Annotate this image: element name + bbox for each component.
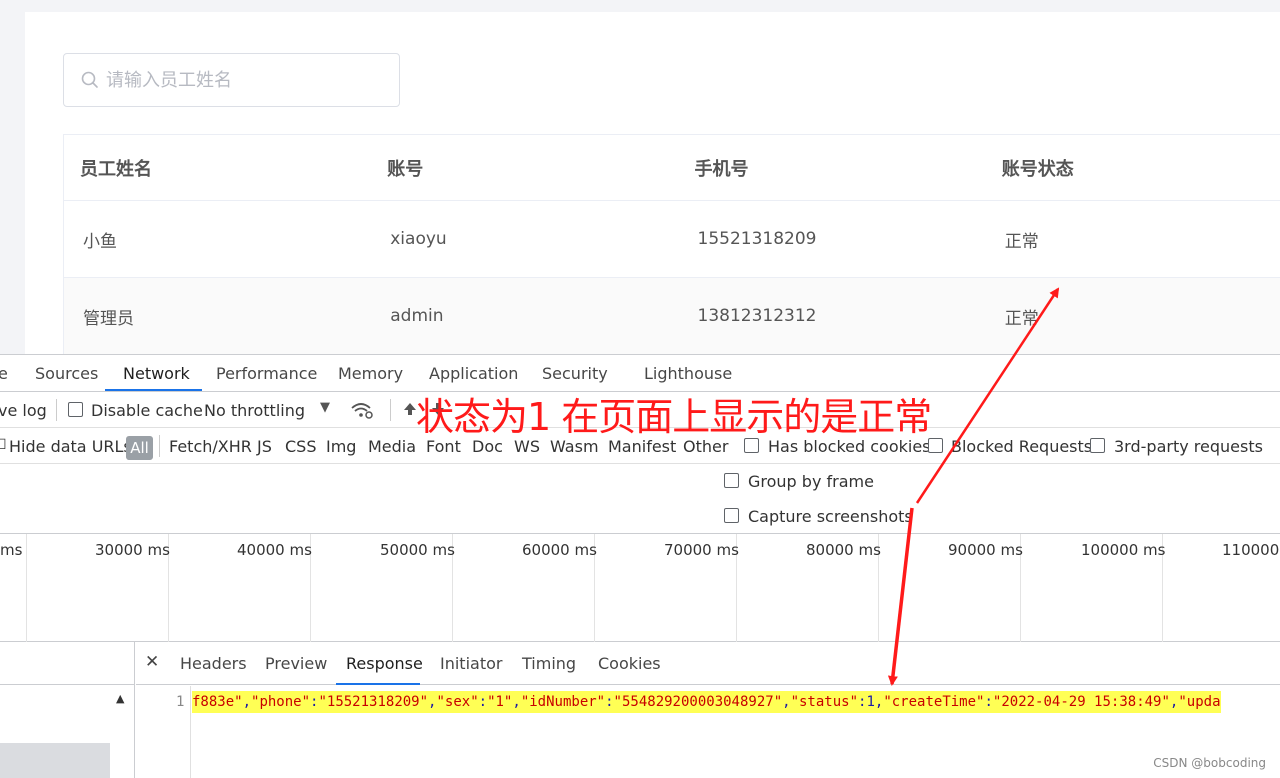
disable-cache-label[interactable]: Disable cache [91,401,203,420]
hide-data-urls-label[interactable]: Hide data URLs [9,437,132,456]
request-list-pane: ▲ [0,642,135,778]
employee-table: 员工姓名 账号 手机号 账号状态 小鱼 xiaoyu 15521318209 正… [63,134,1280,356]
timeline-tick-label: 60000 ms [522,541,597,559]
employee-search-box[interactable] [63,53,400,107]
timeline-gridline [26,534,27,642]
tab-application[interactable]: Application [429,364,518,383]
request-detail-area: ▲ ✕ Headers Preview Response Initiator T… [0,642,1280,778]
filter-img[interactable]: Img [326,437,356,456]
cell-status: 正常 [1004,231,1039,252]
chevron-down-icon[interactable]: ▼ [320,400,330,415]
request-list-header [0,642,135,685]
network-options: Group by frame Capture screenshots [0,464,1280,534]
cell-status: 正常 [1004,308,1039,329]
json-value-sex: "1" [487,694,513,710]
cell-phone: 15521318209 [697,229,817,249]
cell-account: admin [390,306,444,326]
employee-search-input[interactable] [106,65,386,95]
network-timeline[interactable]: ms 30000 ms 40000 ms 50000 ms 60000 ms 7… [0,534,1280,642]
json-key-phone: "phone" [251,694,311,710]
line-number: 1 [176,694,185,710]
json-key-sex: "sex" [436,694,479,710]
tab-initiator[interactable]: Initiator [440,654,502,673]
json-value-phone: "15521318209" [318,694,429,710]
tab-response[interactable]: Response [346,654,423,673]
active-tab-indicator [105,389,202,391]
json-key-status: "status" [790,694,858,710]
search-icon [81,71,98,88]
cell-name: 小鱼 [83,231,117,252]
filter-divider [159,435,160,457]
blocked-requests-label[interactable]: Blocked Requests [951,437,1092,456]
json-value-status: 1 [866,694,875,710]
column-header-phone[interactable]: 手机号 [679,155,986,181]
disable-cache-checkbox[interactable] [68,402,83,417]
timeline-tick-label: 40000 ms [237,541,312,559]
column-header-status[interactable]: 账号状态 [986,155,1280,181]
request-detail-tabs: ✕ Headers Preview Response Initiator Tim… [136,642,1280,685]
network-conditions-icon[interactable] [350,400,374,420]
scroll-up-icon[interactable]: ▲ [116,692,124,705]
json-key-truncated: "upda [1178,694,1221,710]
capture-screenshots-label[interactable]: Capture screenshots [748,507,913,526]
toolbar-divider [390,399,391,421]
timeline-tick-label: 30000 ms [95,541,170,559]
tab-network[interactable]: Network [123,364,190,383]
selected-request-row[interactable] [0,743,110,778]
screenshot-root: 员工姓名 账号 手机号 账号状态 小鱼 xiaoyu 15521318209 正… [0,0,1280,778]
group-by-frame-label[interactable]: Group by frame [748,472,874,491]
third-party-label[interactable]: 3rd-party requests [1114,437,1263,456]
filter-media[interactable]: Media [368,437,416,456]
tab-lighthouse[interactable]: Lighthouse [644,364,732,383]
third-party-checkbox[interactable] [1090,438,1105,453]
filter-all-button[interactable]: All [126,436,153,460]
capture-screenshots-checkbox[interactable] [724,508,739,523]
tab-headers[interactable]: Headers [180,654,247,673]
filter-css[interactable]: CSS [285,437,316,456]
cell-name: 管理员 [83,308,134,329]
checkbox-partial[interactable]: ☐ [0,437,7,453]
cell-account: xiaoyu [390,229,447,249]
annotation-text: 状态为1 在页面上显示的是正常 [416,395,932,439]
timeline-tick-label: 70000 ms [664,541,739,559]
response-pane: ✕ Headers Preview Response Initiator Tim… [136,642,1280,778]
tab-cookies[interactable]: Cookies [598,654,661,673]
column-header-name[interactable]: 员工姓名 [64,155,371,181]
watermark: CSDN @bobcoding [1153,756,1266,770]
tab-timing[interactable]: Timing [522,654,576,673]
filter-fetch-xhr[interactable]: Fetch/XHR [169,437,252,456]
timeline-tick-label: 80000 ms [806,541,881,559]
timeline-tick-label: 50000 ms [380,541,455,559]
throttling-select[interactable]: No throttling [204,401,305,420]
table-row[interactable]: 管理员 admin 13812312312 正常 [64,278,1280,355]
json-key-idnumber: "idNumber" [520,694,606,710]
table-row[interactable]: 小鱼 xiaoyu 15521318209 正常 [64,201,1280,278]
column-header-account[interactable]: 账号 [371,155,678,181]
tab-sources[interactable]: Sources [35,364,98,383]
json-key-createtime: "createTime" [883,694,985,710]
preserve-log-label[interactable]: ve log [0,401,47,420]
timeline-tick-label: 110000 [1222,541,1280,559]
json-value-createtime: "2022-04-29 15:38:49" [992,694,1170,710]
close-icon[interactable]: ✕ [145,652,159,672]
group-by-frame-checkbox[interactable] [724,473,739,488]
cell-phone: 13812312312 [697,306,817,326]
json-fragment: f883e" [192,694,243,710]
timeline-tick-label: 90000 ms [948,541,1023,559]
response-json-line[interactable]: f883e","phone":"15521318209","sex":"1","… [192,691,1221,713]
timeline-tick-label: ms [0,541,23,559]
table-header-row: 员工姓名 账号 手机号 账号状态 [64,135,1280,201]
timeline-tick-label: 100000 ms [1081,541,1166,559]
toolbar-divider [56,399,57,421]
tab-security[interactable]: Security [542,364,608,383]
line-number-gutter: 1 [136,686,191,778]
tab-preview[interactable]: Preview [265,654,327,673]
tab-performance[interactable]: Performance [216,364,317,383]
filter-js[interactable]: JS [257,437,272,456]
tab-elements[interactable]: e [0,364,8,383]
active-detail-tab-indicator [336,683,420,685]
tab-memory[interactable]: Memory [338,364,403,383]
json-value-idnumber: "554829200003048927" [613,694,783,710]
